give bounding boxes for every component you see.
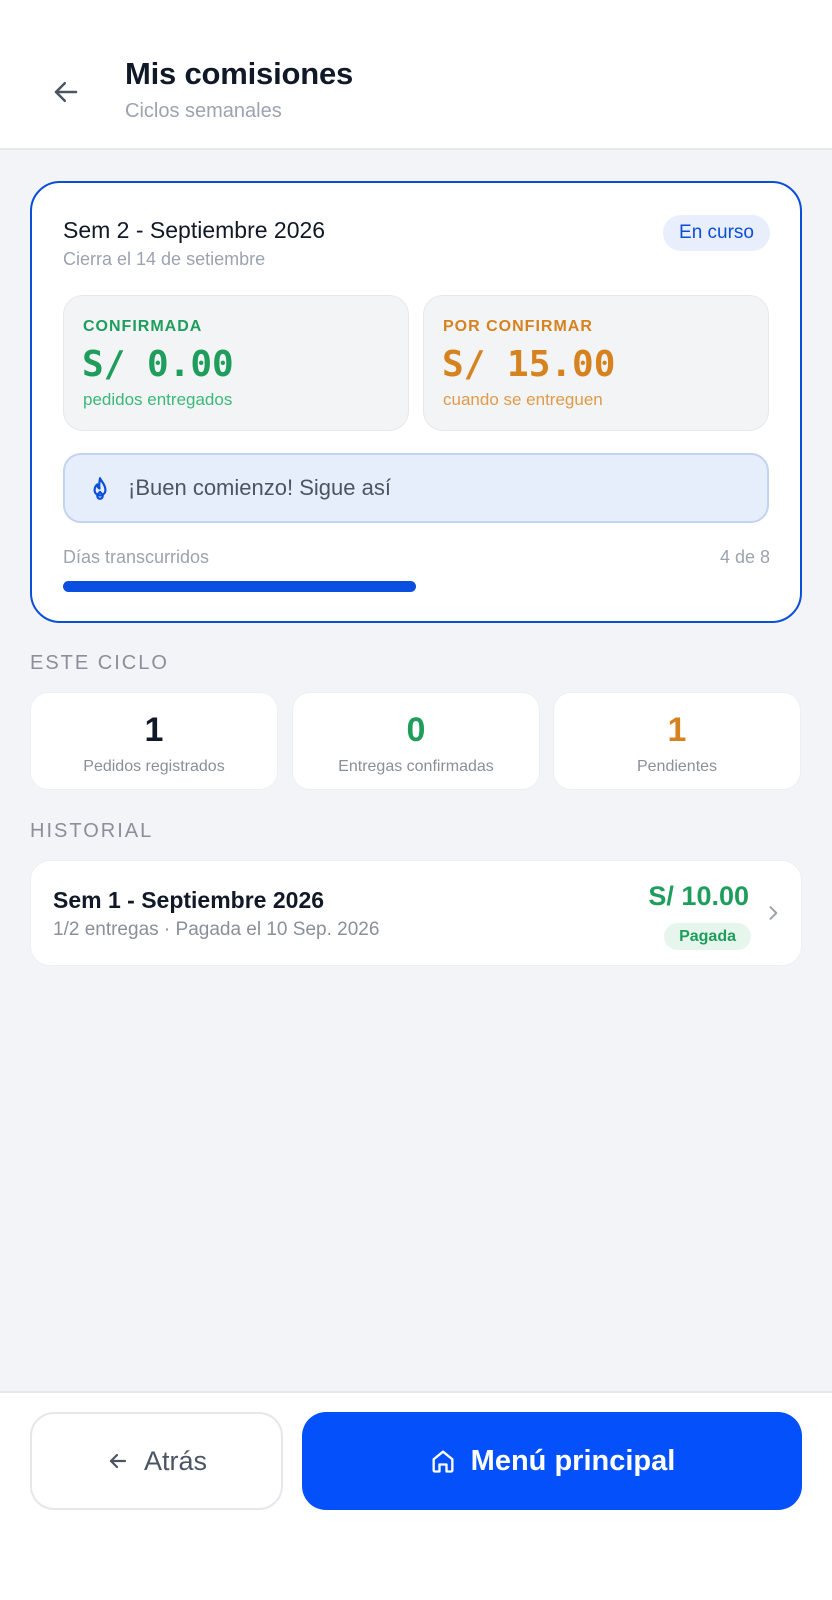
progress-label: Días transcurridos xyxy=(63,547,210,567)
chevron-right-icon xyxy=(769,906,778,920)
metric-orders-registered: 1 Pedidos registrados xyxy=(30,692,278,790)
page-title: Mis comisiones xyxy=(125,56,354,91)
metric-value: 0 xyxy=(406,711,426,749)
metric-label: Entregas confirmadas xyxy=(338,758,494,775)
history-item-subtitle: 1/2 entregas · Pagada el 10 Sep. 2026 xyxy=(53,919,380,940)
flame-icon xyxy=(93,477,107,500)
header-back-button[interactable] xyxy=(44,70,88,114)
history-item-title: Sem 1 - Septiembre 2026 xyxy=(53,887,325,913)
days-progress-bar xyxy=(63,581,769,592)
this-cycle-section-title: ESTE CICLO xyxy=(30,652,169,674)
motivation-banner: ¡Buen comienzo! Sigue así xyxy=(63,453,769,523)
history-section-title: HISTORIAL xyxy=(30,820,154,842)
status-badge: En curso xyxy=(663,215,770,251)
paid-badge: Pagada xyxy=(664,923,751,950)
back-button-label: Atrás xyxy=(143,1445,208,1476)
metric-pending: 1 Pendientes xyxy=(553,692,801,790)
metric-value: 1 xyxy=(667,711,687,749)
current-cycle-card: Sem 2 - Septiembre 2026 Cierra el 14 de … xyxy=(30,181,802,623)
bottom-action-bar: Atrás Menú principal xyxy=(0,1391,832,1600)
back-button[interactable]: Atrás xyxy=(30,1412,283,1510)
confirmed-label: CONFIRMADA xyxy=(83,318,203,335)
motivation-message: ¡Buen comienzo! Sigue así xyxy=(128,475,391,500)
pending-note: cuando se entreguen xyxy=(443,390,603,409)
confirmed-amount: S/ 0.00 xyxy=(82,344,234,385)
pending-label: POR CONFIRMAR xyxy=(443,318,593,335)
arrow-left-icon xyxy=(109,1453,127,1469)
main-menu-button-label: Menú principal xyxy=(470,1444,676,1477)
days-progress-fill xyxy=(63,581,416,592)
confirmed-commission-box: CONFIRMADA S/ 0.00 pedidos entregados xyxy=(63,295,409,431)
cycle-close-date: Cierra el 14 de setiembre xyxy=(63,249,266,269)
progress-count: 4 de 8 xyxy=(719,547,770,567)
history-item-amount: S/ 10.00 xyxy=(648,881,749,911)
pending-amount: S/ 15.00 xyxy=(442,344,616,385)
page-subtitle: Ciclos semanales xyxy=(125,100,282,122)
confirmed-note: pedidos entregados xyxy=(83,390,233,409)
metric-deliveries-confirmed: 0 Entregas confirmadas xyxy=(292,692,540,790)
home-icon xyxy=(432,1450,454,1473)
metric-label: Pedidos registrados xyxy=(83,758,225,775)
metric-label: Pendientes xyxy=(636,758,718,775)
history-item[interactable]: Sem 1 - Septiembre 2026 1/2 entregas · P… xyxy=(30,860,802,966)
pending-commission-box: POR CONFIRMAR S/ 15.00 cuando se entregu… xyxy=(423,295,769,431)
main-menu-button[interactable]: Menú principal xyxy=(302,1412,802,1510)
cycle-title: Sem 2 - Septiembre 2026 xyxy=(63,217,326,243)
metric-value: 1 xyxy=(144,711,164,749)
arrow-left-icon xyxy=(54,82,78,102)
app-header: Mis comisiones Ciclos semanales xyxy=(0,0,832,150)
